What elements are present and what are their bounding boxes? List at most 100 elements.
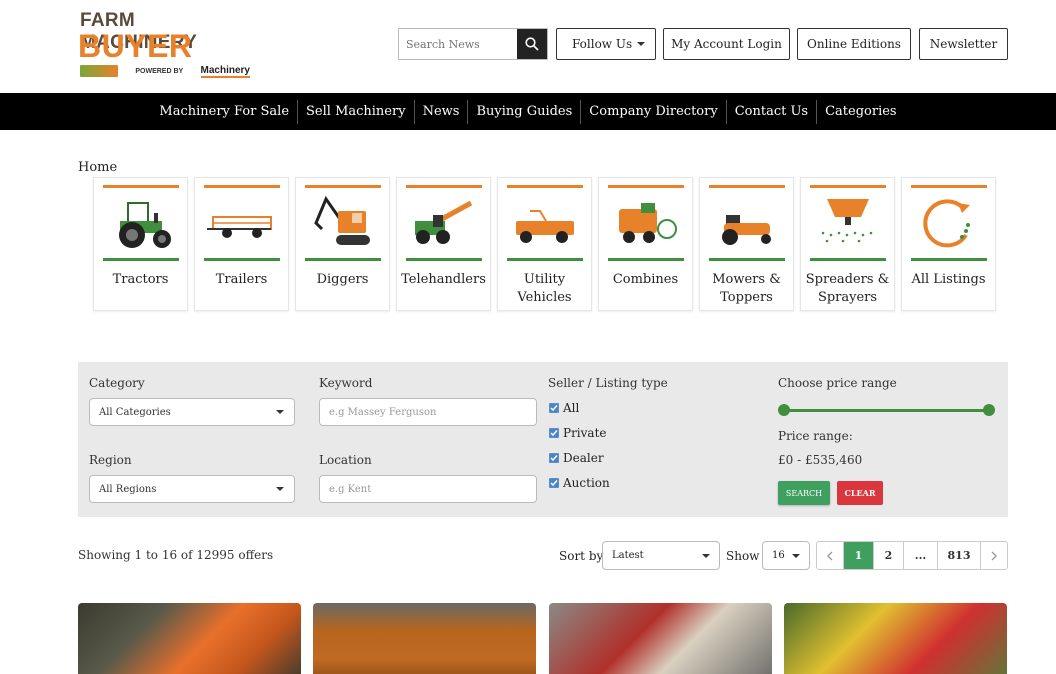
sort-select-value: Latest (612, 550, 644, 561)
category-label: Diggers (316, 272, 369, 287)
results-count: Showing 1 to 16 of 12995 offers (78, 548, 274, 562)
logo-brand: Machinery (200, 64, 250, 78)
category-tile-spreaders[interactable]: Spreaders & Sprayers (800, 177, 895, 311)
follow-us-dropdown[interactable]: Follow Us (556, 28, 656, 60)
seller-option-private[interactable]: Private (549, 426, 607, 440)
nav-contact-us[interactable]: Contact Us (727, 99, 818, 124)
follow-us-label: Follow Us (572, 37, 633, 51)
news-search (398, 28, 548, 60)
page-last-button[interactable]: 813 (938, 542, 981, 569)
nav-sell-machinery[interactable]: Sell Machinery (298, 99, 415, 124)
location-label: Location (319, 453, 372, 467)
nav-categories[interactable]: Categories (817, 100, 905, 124)
category-label: Tractors (112, 272, 169, 287)
listing-card-image[interactable] (78, 603, 301, 674)
category-label: Combines (612, 272, 679, 287)
category-tile-all-listings[interactable]: All Listings (901, 177, 996, 311)
seller-option-all[interactable]: All (549, 401, 579, 415)
price-slider-min-handle[interactable] (778, 404, 790, 416)
category-tile-utility-vehicles[interactable]: Utility Vehicles (497, 177, 592, 311)
keyword-label: Keyword (319, 376, 373, 390)
seller-option-label: Auction (563, 476, 610, 490)
category-label: Telehandlers (401, 272, 486, 287)
category-tile-mowers[interactable]: Mowers & Toppers (699, 177, 794, 311)
breadcrumb-home[interactable]: Home (78, 160, 117, 175)
nav-company-directory[interactable]: Company Directory (581, 99, 727, 124)
trailer-icon (203, 185, 280, 261)
newsletter-button[interactable]: Newsletter (919, 28, 1008, 60)
seller-option-label: Dealer (563, 451, 604, 465)
search-button[interactable] (517, 29, 547, 59)
seller-option-label: All (563, 401, 580, 415)
listing-card-image[interactable] (313, 603, 536, 674)
region-select[interactable]: All Regions (89, 475, 295, 503)
all-listings-icon (910, 185, 987, 261)
search-icon (525, 37, 539, 51)
filter-search-button[interactable]: SEARCH (778, 481, 830, 505)
listing-card-image[interactable] (549, 603, 772, 674)
region-label: Region (89, 453, 132, 467)
per-page-select[interactable]: 16 (762, 541, 810, 570)
logo-title-line2: BUYER (78, 28, 193, 64)
spreader-icon (809, 185, 886, 261)
page-1-button[interactable]: 1 (844, 542, 874, 569)
chevron-down-icon (276, 487, 284, 491)
checkbox-checked-icon[interactable] (549, 478, 559, 488)
next-page-button[interactable] (981, 542, 1007, 569)
chevron-down-icon (792, 553, 800, 558)
chevron-down-icon (702, 553, 710, 558)
nav-machinery-for-sale[interactable]: Machinery For Sale (151, 99, 299, 124)
category-label: All Listings (911, 272, 986, 287)
seller-type-label: Seller / Listing type (548, 376, 668, 390)
telehandler-icon (405, 185, 482, 261)
category-tile-tractors[interactable]: Tractors (93, 177, 188, 311)
keyword-input[interactable]: e.g Massey Ferguson (319, 398, 537, 426)
category-label: Mowers & Toppers (712, 272, 781, 305)
per-page-value: 16 (772, 550, 785, 561)
category-select[interactable]: All Categories (89, 398, 295, 426)
category-label: Spreaders & Sprayers (805, 272, 890, 305)
pagination: 1 2 ... 813 (816, 541, 1008, 570)
seller-option-auction[interactable]: Auction (549, 476, 610, 490)
price-range-title: Choose price range (778, 376, 897, 390)
checkbox-checked-icon[interactable] (549, 428, 559, 438)
category-tile-trailers[interactable]: Trailers (194, 177, 289, 311)
site-logo[interactable]: FARM MACHINERY BUYER POWERED BY Machiner… (78, 10, 252, 78)
checkbox-checked-icon[interactable] (549, 403, 559, 413)
search-filter-panel: Category All Categories Keyword e.g Mass… (78, 362, 1008, 517)
seller-option-dealer[interactable]: Dealer (549, 451, 604, 465)
category-tile-diggers[interactable]: Diggers (295, 177, 390, 311)
page-2-button[interactable]: 2 (874, 542, 904, 569)
category-label: Utility Vehicles (517, 272, 572, 305)
category-label: Trailers (215, 272, 268, 287)
chevron-right-icon (991, 551, 997, 560)
category-filter-label: Category (89, 376, 145, 390)
nav-buying-guides[interactable]: Buying Guides (468, 99, 582, 124)
price-slider-track[interactable] (784, 409, 990, 412)
category-tile-telehandlers[interactable]: Telehandlers (396, 177, 491, 311)
chevron-down-icon (637, 42, 645, 46)
price-slider-max-handle[interactable] (983, 404, 995, 416)
logo-badge-icon (80, 65, 118, 77)
online-editions-button[interactable]: Online Editions (797, 28, 911, 60)
search-input[interactable] (399, 29, 517, 59)
sort-label: Sort by (559, 549, 604, 563)
account-login-button[interactable]: My Account Login (663, 28, 790, 60)
sort-select[interactable]: Latest (602, 541, 720, 570)
logo-bottom-strip: POWERED BY Machinery (80, 64, 250, 78)
nav-news[interactable]: News (415, 99, 469, 124)
region-select-value: All Regions (99, 483, 157, 495)
digger-icon (304, 185, 381, 261)
combine-icon (607, 185, 684, 261)
location-input[interactable]: e.g Kent (319, 475, 537, 503)
chevron-down-icon (276, 410, 284, 414)
mower-icon (708, 185, 785, 261)
category-tile-combines[interactable]: Combines (598, 177, 693, 311)
filter-clear-button[interactable]: CLEAR (837, 481, 883, 505)
checkbox-checked-icon[interactable] (549, 453, 559, 463)
page-ellipsis: ... (904, 542, 938, 569)
main-nav: Machinery For Sale Sell Machinery News B… (0, 93, 1056, 130)
chevron-left-icon (827, 551, 833, 560)
listing-card-image[interactable] (784, 603, 1007, 674)
prev-page-button[interactable] (817, 542, 844, 569)
